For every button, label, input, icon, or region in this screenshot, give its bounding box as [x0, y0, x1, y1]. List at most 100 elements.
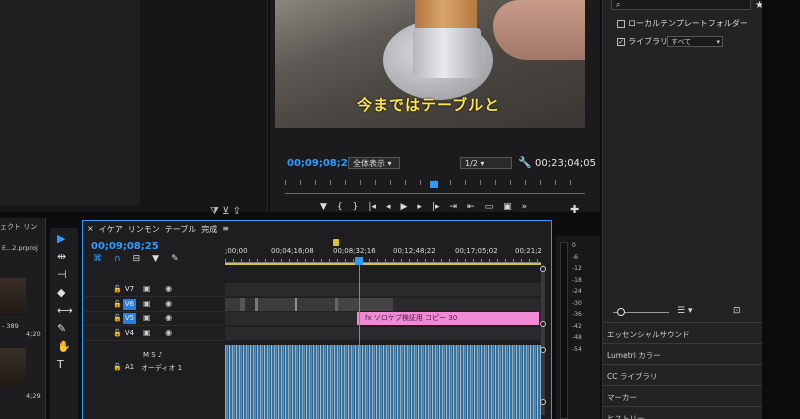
- scroll-handle[interactable]: [540, 321, 546, 327]
- meter-label: -36: [572, 311, 582, 318]
- go-to-in-button[interactable]: |◂: [368, 202, 376, 212]
- track-header-v6[interactable]: 🔓 V6 ▣ ◉: [83, 298, 225, 312]
- razor-tool-icon[interactable]: ◆: [57, 286, 65, 299]
- new-bin-icon[interactable]: ⊡: [733, 306, 741, 316]
- track-toggle-icons[interactable]: ▣ ◉: [143, 328, 178, 337]
- audio-track-label: オーディオ 1: [141, 364, 183, 372]
- linked-selection-icon[interactable]: ⊟: [133, 254, 141, 264]
- tab-complete[interactable]: 完成: [201, 224, 217, 235]
- ruler-tick-label: 00;04;16;08: [271, 247, 314, 255]
- step-back-button[interactable]: ◂: [386, 202, 391, 212]
- meter-label: 0: [572, 242, 576, 249]
- tab-rinmon[interactable]: リンモン: [128, 224, 160, 235]
- program-timecode[interactable]: 00;09;08;25: [287, 158, 355, 169]
- meter-label: -42: [572, 322, 582, 330]
- selection-tool-icon[interactable]: ▶: [57, 232, 65, 245]
- ripple-edit-tool-icon[interactable]: ⊣: [57, 268, 67, 281]
- track-select-tool-icon[interactable]: ⇹: [57, 250, 66, 263]
- transport-controls: ▼ { } |◂ ◂ ▶ ▸ |▸ ⇥ ⇤ ▭ ▣ »: [320, 202, 590, 212]
- adjustment-clip[interactable]: fx ソロケブ検証用 コピー 30: [357, 312, 539, 325]
- clip-thumbnail[interactable]: [0, 348, 26, 386]
- pen-tool-icon[interactable]: ✎: [57, 322, 66, 335]
- lock-icon[interactable]: 🔓: [113, 329, 122, 337]
- tab-ikea[interactable]: イケア: [99, 224, 123, 235]
- camera-icon[interactable]: ▣: [503, 202, 512, 212]
- track-name[interactable]: V5: [123, 313, 136, 324]
- clip-thumbnail[interactable]: [0, 278, 26, 316]
- lock-icon[interactable]: 🔓: [113, 363, 122, 371]
- track-header-v4[interactable]: 🔓 V4 ▣ ◉: [83, 327, 225, 341]
- program-monitor: 今まではテーブルと 00;09;08;25 全体表示 ▾ 1/2 ▾ 🔧 00;…: [270, 0, 600, 216]
- nest-icon[interactable]: ⌘: [93, 254, 102, 264]
- project-tabs[interactable]: ェクト リン: [0, 222, 37, 232]
- scroll-handle[interactable]: [540, 347, 546, 353]
- step-forward-button[interactable]: ▸: [417, 202, 422, 212]
- hand-tool-icon[interactable]: ✋: [57, 340, 71, 353]
- extract-button[interactable]: ⇤: [467, 202, 475, 212]
- play-button[interactable]: ▶: [400, 202, 407, 212]
- go-to-out-button[interactable]: |▸: [432, 202, 440, 212]
- mark-out-button[interactable]: }: [353, 202, 359, 212]
- lock-icon[interactable]: 🔓: [113, 314, 122, 322]
- libraries-select[interactable]: すべて ▾: [667, 36, 723, 47]
- libraries-checkbox[interactable]: ✓ ライブラリ: [617, 36, 668, 47]
- audio-track-name[interactable]: A1: [125, 363, 134, 371]
- ruler-tick-label: 00;12;48;22: [393, 247, 436, 255]
- lift-button[interactable]: ⇥: [450, 202, 458, 212]
- lock-icon[interactable]: 🔓: [113, 300, 122, 308]
- add-marker-button[interactable]: ▼: [320, 202, 327, 212]
- audio-track-icons[interactable]: M S ♪: [143, 351, 162, 359]
- panel-item-markers[interactable]: マーカー: [603, 385, 763, 406]
- fit-select[interactable]: 全体表示 ▾: [348, 157, 400, 169]
- vertical-scrollbar[interactable]: [541, 265, 545, 415]
- panel-item-history[interactable]: ヒストリー: [603, 406, 763, 419]
- wrench-icon[interactable]: 🔧: [518, 156, 532, 169]
- meter-label: -6: [572, 253, 578, 261]
- snap-icon[interactable]: ∩: [114, 254, 121, 264]
- mark-in-button[interactable]: {: [337, 202, 343, 212]
- track-header-a1[interactable]: M S ♪ 🔓 A1 オーディオ 1: [83, 345, 225, 419]
- scroll-handle[interactable]: [540, 266, 546, 272]
- fit-select-value: 全体表示: [353, 159, 385, 168]
- video-hand: [493, 0, 585, 60]
- track-name[interactable]: V7: [123, 284, 136, 295]
- search-input[interactable]: ⌕: [611, 0, 751, 10]
- compare-button[interactable]: ▭: [485, 202, 494, 212]
- work-area-bar[interactable]: [225, 263, 541, 265]
- track-lane-v7[interactable]: [225, 283, 541, 297]
- track-header-v7[interactable]: 🔓 V7 ▣ ◉: [83, 283, 225, 297]
- video-clip-strip[interactable]: [225, 298, 393, 311]
- local-templates-checkbox[interactable]: ローカルテンプレートフォルダー: [617, 18, 748, 29]
- type-tool-icon[interactable]: T: [57, 358, 64, 371]
- track-toggle-icons[interactable]: ▣ ◉: [143, 284, 178, 293]
- list-view-icon[interactable]: ☰ ▾: [677, 306, 692, 316]
- track-name[interactable]: V6: [123, 299, 136, 310]
- track-toggle-icons[interactable]: ▣ ◉: [143, 299, 178, 308]
- track-header-v5[interactable]: 🔓 V5 ▣ ◉: [83, 312, 225, 326]
- audio-waveform[interactable]: [225, 345, 541, 419]
- source-toolbar[interactable]: ⧩ ⊻ ⇪: [210, 206, 241, 217]
- scroll-handle[interactable]: [540, 399, 546, 405]
- zoom-slider-knob[interactable]: [617, 308, 625, 316]
- panel-item-lumetri-color[interactable]: Lumetri カラー: [603, 343, 763, 364]
- resolution-select[interactable]: 1/2 ▾: [460, 157, 512, 169]
- add-marker-icon[interactable]: ▼: [152, 254, 159, 264]
- sequence-marker[interactable]: [333, 239, 339, 246]
- panel-menu-icon[interactable]: ≡: [222, 224, 229, 235]
- lock-icon[interactable]: 🔓: [113, 285, 122, 293]
- add-button[interactable]: ✚: [570, 203, 579, 216]
- slip-tool-icon[interactable]: ⟷: [57, 304, 73, 317]
- more-button[interactable]: »: [522, 202, 528, 212]
- program-playhead[interactable]: [430, 181, 438, 188]
- track-lane-v4[interactable]: [225, 327, 541, 341]
- track-toggle-icons[interactable]: ▣ ◉: [143, 313, 178, 322]
- panel-item-essential-sound[interactable]: エッセンシャルサウンド: [603, 322, 763, 343]
- close-icon[interactable]: ×: [87, 224, 94, 235]
- meter-bar: [560, 242, 568, 419]
- timeline-timecode[interactable]: 00;09;08;25: [91, 241, 159, 252]
- ruler-tick-label: 00;21;2: [515, 247, 542, 255]
- tab-table[interactable]: テーブル: [165, 224, 197, 235]
- track-name[interactable]: V4: [123, 328, 136, 339]
- panel-item-cc-libraries[interactable]: CC ライブラリ: [603, 364, 763, 385]
- wrench-icon[interactable]: ✎: [171, 254, 179, 264]
